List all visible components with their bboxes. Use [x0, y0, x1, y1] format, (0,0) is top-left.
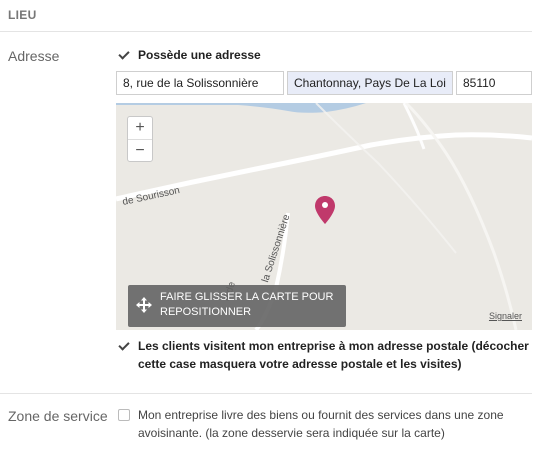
has-address-checkbox[interactable]	[118, 49, 130, 61]
location-pin-icon[interactable]	[314, 195, 336, 225]
drag-hint: FAIRE GLISSER LA CARTE POUR REPOSITIONNE…	[128, 285, 346, 327]
address-label: Adresse	[8, 48, 60, 64]
move-arrows-icon	[136, 297, 152, 313]
zoom-in-button[interactable]: +	[128, 117, 152, 139]
section-title: LIEU	[8, 8, 37, 22]
street-input[interactable]: 8, rue de la Solissonnière	[116, 71, 284, 95]
has-address-label: Possède une adresse	[138, 48, 261, 62]
visit-checkbox[interactable]	[118, 340, 130, 352]
postal-code-input[interactable]: 85110	[456, 71, 532, 95]
section-divider	[0, 31, 532, 32]
service-area-label: Zone de service	[8, 408, 108, 424]
zoom-out-button[interactable]: −	[128, 139, 152, 162]
map[interactable]: + − de Sourisson la Solissonnière e de F…	[116, 103, 532, 330]
service-area-text: Mon entreprise livre des biens ou fourni…	[138, 408, 504, 440]
service-area-checkbox[interactable]	[118, 409, 130, 421]
report-link[interactable]: Signaler	[489, 311, 522, 321]
drag-hint-text: FAIRE GLISSER LA CARTE POUR REPOSITIONNE…	[160, 291, 334, 318]
city-input[interactable]: Chantonnay, Pays De La Loi	[287, 71, 453, 95]
visit-label: Les clients visitent mon entreprise à mo…	[138, 339, 529, 371]
zoom-control: + −	[127, 116, 153, 162]
service-divider	[0, 393, 532, 394]
